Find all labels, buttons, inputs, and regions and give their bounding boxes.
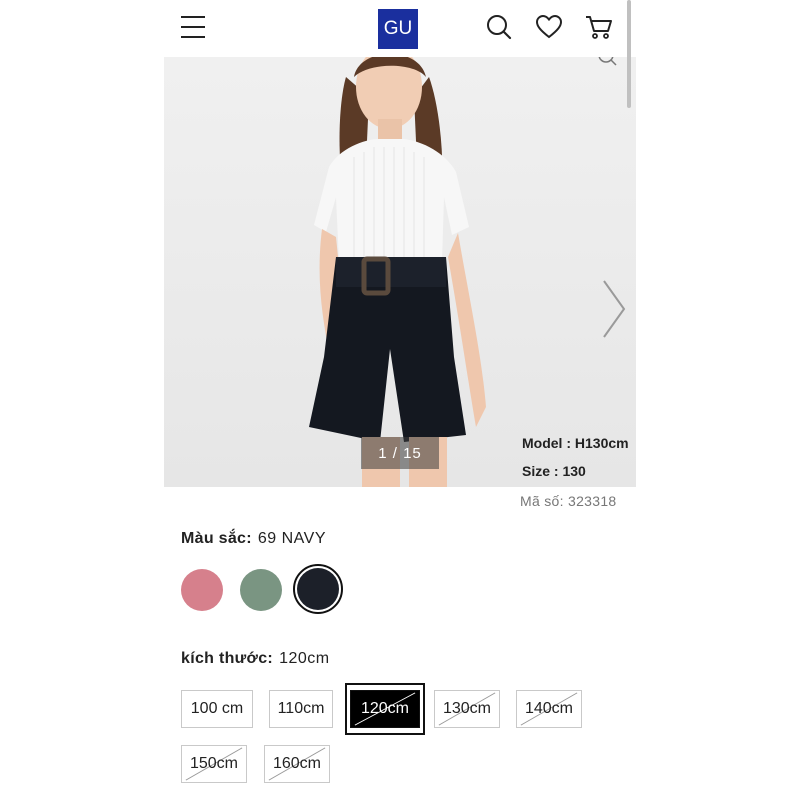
size-option-label: 120cm — [360, 700, 410, 717]
search-icon[interactable] — [484, 12, 514, 42]
size-label-row: kích thước: 120cm — [181, 650, 330, 668]
size-option-label: 130cm — [442, 700, 492, 717]
size-option-140[interactable]: 140cm — [516, 690, 582, 728]
hamburger-menu-icon[interactable] — [181, 16, 205, 38]
model-size: Size : 130 — [522, 463, 586, 479]
mobile-product-page: GU Model: H130cm Size: 130 1 / 15 Mã s… — [164, 0, 636, 800]
chevron-right-icon[interactable] — [600, 279, 628, 339]
color-swatch-green[interactable] — [240, 569, 282, 611]
size-option-100[interactable]: 100 cm — [181, 690, 253, 728]
color-swatch-pink[interactable] — [181, 569, 223, 611]
scrollbar[interactable] — [627, 0, 631, 108]
color-value: 69 NAVY — [257, 530, 326, 547]
zoom-icon[interactable] — [592, 57, 620, 73]
model-height: Model : H130cm — [522, 435, 629, 451]
cart-icon[interactable] — [584, 12, 614, 42]
heart-icon[interactable] — [534, 12, 564, 42]
size-option-label: 160cm — [272, 755, 322, 772]
size-option-label: 150cm — [189, 755, 239, 772]
size-option-label: 110cm — [277, 700, 325, 717]
color-swatch-navy[interactable] — [297, 568, 339, 610]
model-photo — [164, 57, 636, 487]
size-option-120[interactable]: 120cm — [350, 690, 420, 728]
size-option-label: 100 cm — [190, 700, 244, 717]
size-option-150[interactable]: 150cm — [181, 745, 247, 783]
brand-logo[interactable]: GU — [378, 9, 418, 49]
size-value: 120cm — [279, 650, 330, 667]
size-option-110[interactable]: 110cm — [269, 690, 333, 728]
app-header: GU — [164, 0, 636, 56]
color-label: Màu sắc: — [181, 530, 252, 547]
size-label: kích thước: — [181, 650, 274, 667]
product-code: Mã số: 323318 — [520, 493, 617, 509]
product-image[interactable]: Model : H130cm Size : 130 — [164, 57, 636, 487]
size-option-160[interactable]: 160cm — [264, 745, 330, 783]
color-label-row: Màu sắc: 69 NAVY — [181, 530, 326, 548]
size-option-label: 140cm — [524, 700, 574, 717]
size-option-130[interactable]: 130cm — [434, 690, 500, 728]
image-counter: 1 / 15 — [361, 437, 439, 469]
